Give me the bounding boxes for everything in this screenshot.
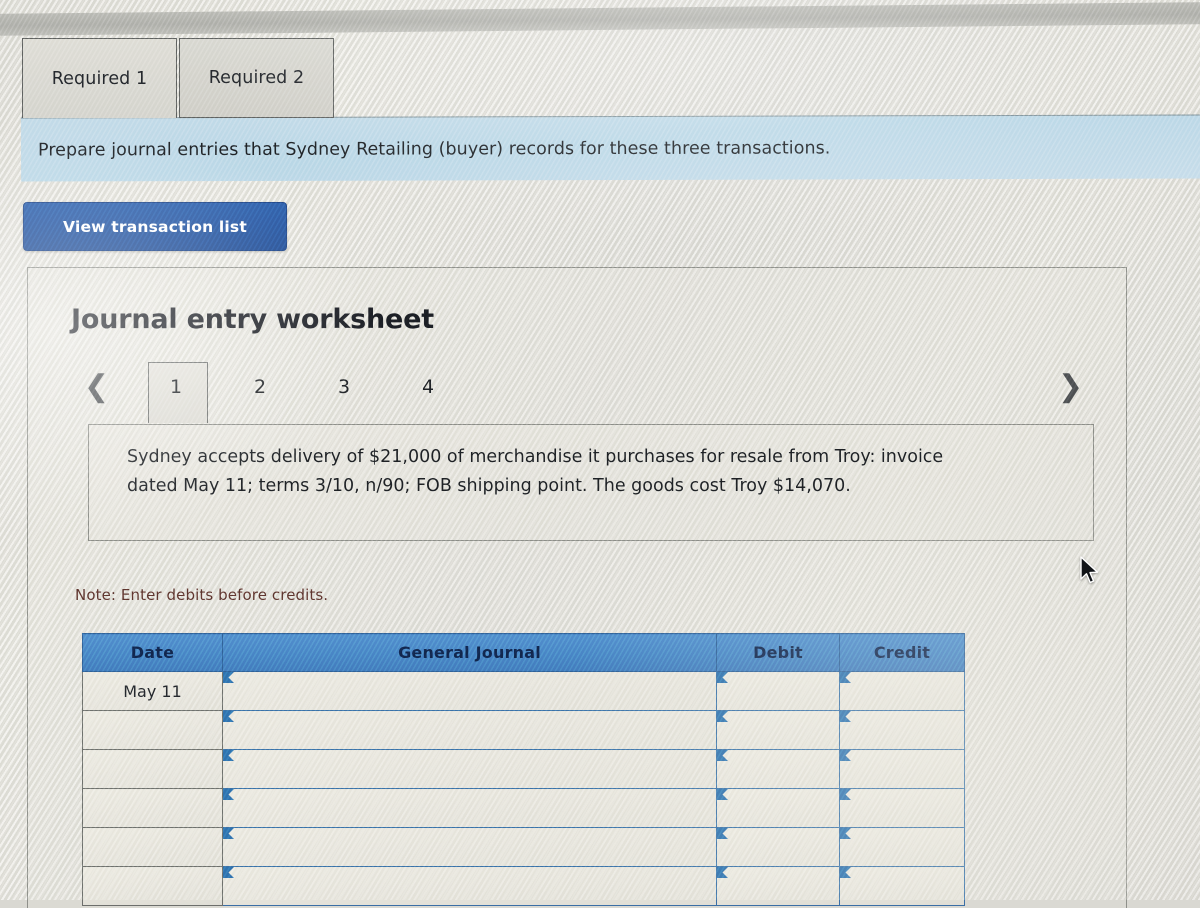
dropdown-triangle-icon	[840, 750, 851, 761]
table-row	[82, 710, 965, 750]
cell-general-journal-2[interactable]	[222, 710, 717, 750]
table-row	[82, 788, 965, 828]
cell-date-2[interactable]	[82, 710, 223, 750]
tab-required-1[interactable]: Required 1	[22, 38, 177, 118]
tab-required-1-label: Required 1	[51, 68, 148, 89]
worksheet-page-1[interactable]: 1	[156, 376, 196, 398]
cell-debit-2[interactable]	[716, 710, 840, 750]
dropdown-triangle-icon	[717, 672, 728, 683]
dropdown-triangle-icon	[840, 789, 851, 800]
journal-table-header-row: Date General Journal Debit Credit	[82, 633, 965, 672]
column-header-general-journal: General Journal	[222, 633, 717, 672]
cell-debit-5[interactable]	[716, 827, 840, 867]
dropdown-triangle-icon	[223, 672, 234, 683]
mouse-pointer-icon	[1080, 556, 1102, 590]
tab-required-2[interactable]: Required 2	[179, 38, 334, 118]
instruction-text: Prepare journal entries that Sydney Reta…	[37, 137, 831, 161]
dropdown-triangle-icon	[223, 789, 234, 800]
cell-debit-4[interactable]	[716, 788, 840, 828]
dropdown-triangle-icon	[840, 672, 851, 683]
cell-credit-3[interactable]	[839, 749, 965, 789]
debits-before-credits-note: Note: Enter debits before credits.	[75, 586, 329, 604]
cell-date-3[interactable]	[82, 749, 223, 789]
dropdown-triangle-icon	[223, 828, 234, 839]
view-transaction-list-button[interactable]: View transaction list	[23, 202, 287, 251]
dropdown-triangle-icon	[223, 750, 234, 761]
cell-debit-3[interactable]	[716, 749, 840, 789]
worksheet-pager: ❮ 1 2 3 4 ❯	[58, 362, 1098, 423]
cell-general-journal-4[interactable]	[222, 788, 717, 828]
dropdown-triangle-icon	[717, 711, 728, 722]
cell-credit-5[interactable]	[839, 827, 965, 867]
worksheet-title: Journal entry worksheet	[71, 304, 434, 335]
cell-date-4[interactable]	[82, 788, 223, 828]
instruction-bar: Prepare journal entries that Sydney Reta…	[20, 114, 1200, 182]
dropdown-triangle-icon	[717, 867, 728, 878]
dropdown-triangle-icon	[840, 711, 851, 722]
column-header-date: Date	[82, 633, 223, 672]
cell-debit-1[interactable]	[716, 671, 840, 711]
cell-general-journal-5[interactable]	[222, 827, 717, 867]
dropdown-triangle-icon	[717, 789, 728, 800]
cell-credit-2[interactable]	[839, 710, 965, 750]
transaction-description-text: Sydney accepts delivery of $21,000 of me…	[127, 447, 944, 496]
journal-entry-table: Date General Journal Debit Credit May 11	[82, 633, 965, 906]
dropdown-triangle-icon	[717, 828, 728, 839]
cell-date-1[interactable]: May 11	[82, 671, 223, 711]
view-transaction-list-label: View transaction list	[63, 217, 247, 236]
column-header-debit: Debit	[716, 633, 840, 672]
tab-required-2-label: Required 2	[208, 68, 305, 88]
chevron-left-icon[interactable]: ❮	[84, 372, 109, 402]
cell-general-journal-1[interactable]	[222, 671, 717, 711]
column-header-credit: Credit	[839, 633, 965, 672]
requirement-tab-strip: Required 1 Required 2	[22, 38, 334, 118]
cell-date-5[interactable]	[82, 827, 223, 867]
dropdown-triangle-icon	[223, 867, 234, 878]
chevron-right-icon[interactable]: ❯	[1058, 372, 1083, 402]
worksheet-page-3[interactable]: 3	[324, 376, 364, 398]
worksheet-page-2[interactable]: 2	[240, 376, 280, 398]
table-row: May 11	[82, 671, 965, 711]
table-row	[82, 749, 965, 789]
dropdown-triangle-icon	[223, 711, 234, 722]
dropdown-triangle-icon	[840, 828, 851, 839]
cell-credit-4[interactable]	[839, 788, 965, 828]
dropdown-triangle-icon	[840, 867, 851, 878]
table-row	[82, 827, 965, 867]
cell-general-journal-3[interactable]	[222, 749, 717, 789]
dropdown-triangle-icon	[717, 750, 728, 761]
transaction-description-box: Sydney accepts delivery of $21,000 of me…	[88, 424, 1094, 541]
cell-credit-1[interactable]	[839, 671, 965, 711]
journal-entry-worksheet-panel: Journal entry worksheet ❮ 1 2 3 4 ❯ Sydn…	[27, 267, 1127, 908]
worksheet-page-4[interactable]: 4	[408, 376, 448, 398]
